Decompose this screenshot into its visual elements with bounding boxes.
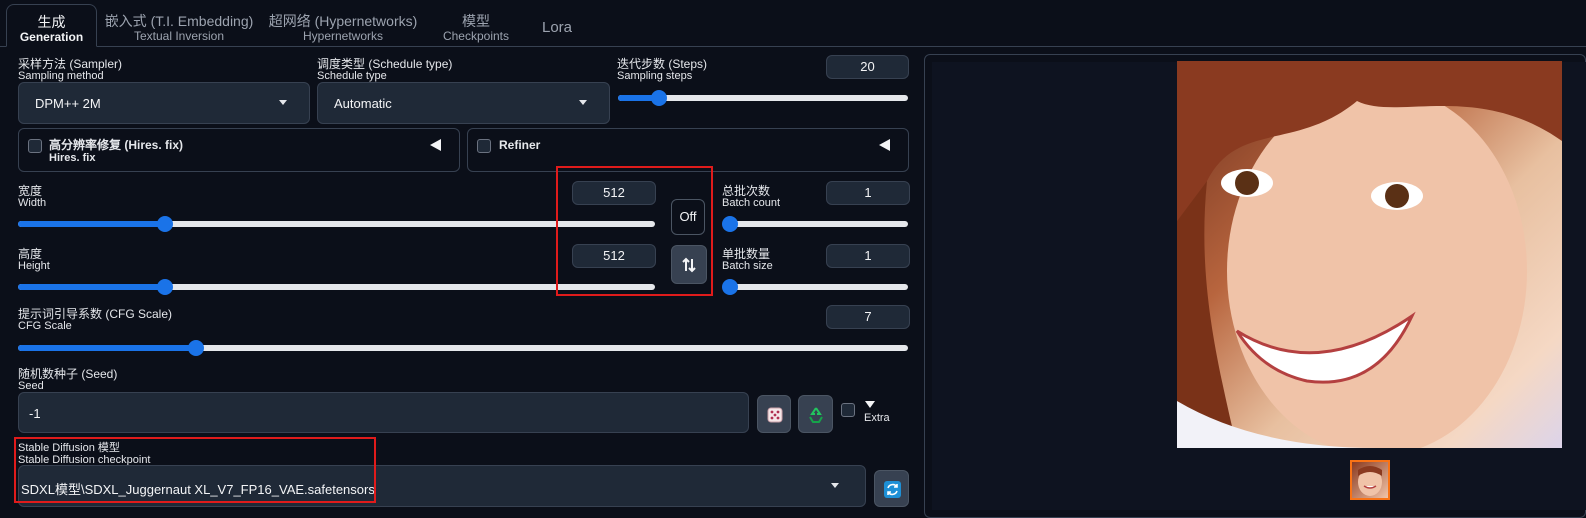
width-sublabel: Width <box>18 197 47 209</box>
sampler-sublabel: Sampling method <box>18 70 104 82</box>
steps-slider[interactable] <box>618 90 908 106</box>
cfg-label: 提示词引导系数 (CFG Scale) <box>18 307 173 321</box>
sampler-label: 采样方法 (Sampler) <box>18 57 123 71</box>
batch-count-slider[interactable] <box>722 216 908 232</box>
extra-checkbox[interactable] <box>841 403 855 417</box>
cfg-slider[interactable] <box>18 340 908 356</box>
schedule-dropdown[interactable]: Automatic <box>317 82 610 124</box>
expand-triangle-icon <box>865 401 875 408</box>
batch-count-label: 总批次数 <box>722 184 771 198</box>
slider-thumb[interactable] <box>650 90 667 106</box>
refiner-label: Refiner <box>499 138 541 152</box>
batch-size-input[interactable]: 1 <box>826 244 910 268</box>
cfg-sublabel: CFG Scale <box>18 320 72 332</box>
collapse-triangle-icon[interactable] <box>879 139 890 151</box>
cfg-input[interactable]: 7 <box>826 305 910 329</box>
tab-checkpoints[interactable]: 模型 Checkpoints <box>434 4 518 46</box>
seed-input[interactable]: -1 <box>18 392 749 433</box>
seed-sublabel: Seed <box>18 380 44 392</box>
refresh-icon <box>884 481 901 498</box>
highlight-box <box>14 437 376 503</box>
tab-sublabel: Hypernetworks <box>302 29 384 43</box>
tab-sublabel: Checkpoints <box>442 29 510 43</box>
collapse-triangle-icon[interactable] <box>430 139 441 151</box>
hires-fix-label: 高分辨率修复 (Hires. fix) <box>49 138 184 152</box>
tab-sublabel: Textual Inversion <box>133 29 225 43</box>
hires-fix-checkbox[interactable] <box>28 139 42 153</box>
tab-hypernetworks[interactable]: 超网络 (Hypernetworks) Hypernetworks <box>266 4 420 46</box>
batch-size-sublabel: Batch size <box>722 260 773 272</box>
steps-sublabel: Sampling steps <box>617 70 693 82</box>
slider-thumb[interactable] <box>156 279 173 295</box>
chevron-down-icon <box>831 483 839 488</box>
tab-sublabel: Generation <box>19 30 84 44</box>
schedule-label: 调度类型 (Schedule type) <box>317 57 453 71</box>
tab-label: Lora <box>541 19 573 36</box>
dice-icon <box>767 407 783 423</box>
slider-thumb[interactable] <box>722 279 738 295</box>
tab-label: 生成 <box>37 14 66 30</box>
batch-count-input[interactable]: 1 <box>826 181 910 205</box>
seed-label: 随机数种子 (Seed) <box>18 367 118 381</box>
tab-generation[interactable]: 生成 Generation <box>6 4 97 47</box>
tab-label: 超网络 (Hypernetworks) <box>268 13 418 29</box>
sampler-dropdown[interactable]: DPM++ 2M <box>18 82 310 124</box>
portrait-illustration <box>1177 61 1562 448</box>
hires-fix-sublabel: Hires. fix <box>49 152 96 164</box>
slider-thumb[interactable] <box>188 340 204 356</box>
refiner-checkbox[interactable] <box>477 139 491 153</box>
schedule-value: Automatic <box>334 96 392 111</box>
slider-fill <box>18 345 196 351</box>
recycle-icon <box>809 407 823 423</box>
generated-image[interactable] <box>1177 61 1562 448</box>
tab-label: 模型 <box>462 13 490 29</box>
seed-value: -1 <box>29 406 41 421</box>
reuse-seed-button[interactable] <box>798 395 833 433</box>
hires-fix-accordion[interactable]: 高分辨率修复 (Hires. fix) Hires. fix <box>18 128 460 172</box>
tab-label: 嵌入式 (T.I. Embedding) <box>104 13 254 29</box>
height-sublabel: Height <box>18 260 50 272</box>
slider-fill <box>18 284 165 290</box>
refresh-checkpoints-button[interactable] <box>874 470 909 507</box>
tab-lora[interactable]: Lora <box>530 4 584 46</box>
width-label: 宽度 <box>18 184 43 198</box>
thumbnail-portrait <box>1358 466 1382 496</box>
batch-size-label: 单批数量 <box>722 247 771 261</box>
tab-textual-inversion[interactable]: 嵌入式 (T.I. Embedding) Textual Inversion <box>104 4 254 46</box>
slider-fill <box>18 221 165 227</box>
slider-thumb[interactable] <box>156 216 173 232</box>
extra-label: Extra <box>864 412 890 424</box>
height-label: 高度 <box>18 247 43 261</box>
highlight-box <box>556 166 713 296</box>
chevron-down-icon <box>579 100 587 105</box>
sampler-value: DPM++ 2M <box>35 96 101 111</box>
slider-thumb[interactable] <box>722 216 738 232</box>
random-seed-button[interactable] <box>757 395 791 433</box>
steps-input[interactable]: 20 <box>826 55 909 79</box>
schedule-sublabel: Schedule type <box>317 70 387 82</box>
steps-label: 迭代步数 (Steps) <box>617 57 708 71</box>
batch-count-sublabel: Batch count <box>722 197 781 209</box>
batch-size-slider[interactable] <box>722 279 908 295</box>
chevron-down-icon <box>279 100 287 105</box>
thumbnail[interactable] <box>1350 460 1390 500</box>
